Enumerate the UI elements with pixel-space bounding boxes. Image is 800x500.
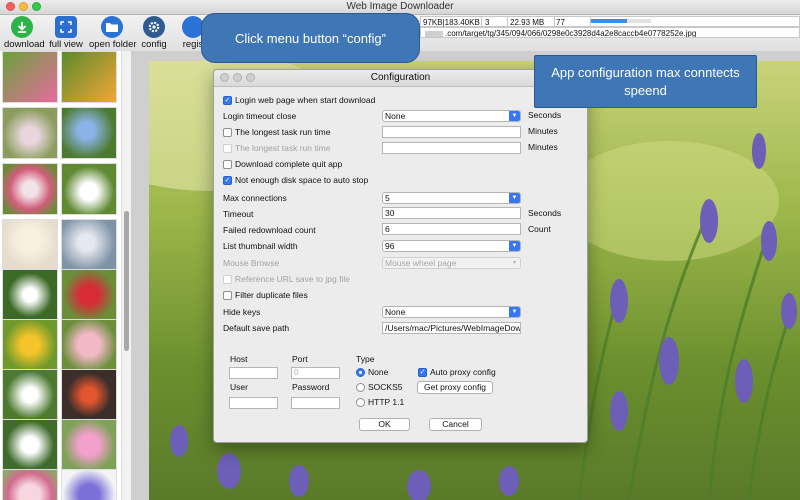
- status-total: 22.93 MB: [508, 17, 555, 27]
- config-callout-text: Click menu button “config”: [234, 31, 386, 46]
- progress-fill: [591, 19, 627, 23]
- save-path-label: Default save path: [223, 323, 290, 333]
- password-label: Password: [292, 382, 330, 392]
- download-button[interactable]: download: [4, 16, 45, 50]
- thumbnail[interactable]: [61, 369, 117, 421]
- thumbnail[interactable]: [61, 269, 117, 321]
- failed-count-input[interactable]: 6: [382, 223, 521, 235]
- login-web-checkbox[interactable]: ✓ Login web page when start download: [223, 95, 375, 105]
- disk-space-checkbox[interactable]: ✓ Not enough disk space to auto stop: [223, 175, 368, 185]
- failed-count-label: Failed redownload count: [223, 225, 316, 235]
- chevron-down-icon: ▾: [512, 260, 516, 266]
- proxy-none-radio[interactable]: None: [356, 367, 388, 377]
- thumbnail[interactable]: [61, 469, 117, 500]
- thumbnail[interactable]: [61, 107, 117, 159]
- url-field[interactable]: .com/target/tg/345/094/066/0298e0c3928d4…: [420, 27, 800, 38]
- thumbnail[interactable]: [2, 269, 58, 321]
- max-connections-label: Max connections: [223, 193, 287, 203]
- checkmark-icon: ✓: [418, 367, 427, 377]
- thumbnail[interactable]: [2, 319, 58, 371]
- config-callout: Click menu button “config”: [201, 13, 420, 63]
- chevron-down-icon: ▼: [509, 111, 520, 121]
- longest-task-input[interactable]: [382, 126, 521, 138]
- thumbnail-scrollbar[interactable]: [121, 51, 131, 500]
- full-view-button[interactable]: full view: [49, 16, 83, 50]
- thumbnail[interactable]: [2, 163, 58, 215]
- get-proxy-config-button[interactable]: Get proxy config: [417, 381, 493, 394]
- config-button[interactable]: config: [139, 16, 169, 50]
- thumb-width-label: List thumbnail width: [223, 241, 298, 251]
- proxy-http-radio[interactable]: HTTP 1.1: [356, 397, 404, 407]
- gear-icon: [143, 16, 165, 38]
- dialog-title: Configuration: [370, 72, 431, 83]
- thumbnail[interactable]: [2, 107, 58, 159]
- host-input[interactable]: [229, 367, 278, 379]
- chevron-down-icon: ▼: [509, 241, 520, 251]
- hide-keys-select[interactable]: None ▼: [382, 306, 521, 318]
- thumb-width-select[interactable]: 96 ▼: [382, 240, 521, 252]
- thumbnail[interactable]: [2, 469, 58, 500]
- thumbnail-list[interactable]: [0, 51, 131, 500]
- auto-proxy-checkbox[interactable]: ✓ Auto proxy config: [418, 367, 496, 377]
- thumbnail[interactable]: [61, 51, 117, 103]
- folder-icon: [101, 16, 123, 38]
- download-icon: [11, 16, 33, 38]
- timeout-input[interactable]: 30: [382, 207, 521, 219]
- thumbnail[interactable]: [2, 219, 58, 271]
- mouse-browse-label: Mouse Browse: [223, 258, 280, 268]
- failed-count-unit: Count: [528, 224, 551, 234]
- longest-task-disabled-unit: Minutes: [528, 142, 558, 152]
- proxy-socks5-radio[interactable]: SOCKS5: [356, 382, 403, 392]
- ok-button[interactable]: OK: [359, 418, 410, 431]
- login-timeout-select[interactable]: None ▼: [382, 110, 521, 122]
- open-folder-button[interactable]: open folder: [89, 16, 137, 50]
- port-label: Port: [292, 354, 308, 364]
- download-progress: [591, 19, 651, 23]
- type-label: Type: [356, 354, 375, 364]
- thumbnail[interactable]: [61, 419, 117, 471]
- max-connections-callout: App configuration max conntects speend: [534, 55, 757, 108]
- timeout-unit: Seconds: [528, 208, 562, 218]
- thumbnail[interactable]: [2, 51, 58, 103]
- scrollbar-knob[interactable]: [124, 211, 129, 351]
- thumbnail[interactable]: [61, 319, 117, 371]
- max-connections-select[interactable]: 5 ▼: [382, 192, 521, 204]
- hide-keys-label: Hide keys: [223, 307, 261, 317]
- max-connections-callout-text: App configuration max conntects speend: [551, 65, 740, 98]
- reference-url-checkbox: Reference URL save to jpg file: [223, 274, 350, 284]
- longest-task-checkbox[interactable]: The longest task run time: [223, 127, 330, 137]
- window-title: Web Image Downloader: [346, 1, 454, 12]
- thumbnail[interactable]: [61, 219, 117, 271]
- fullscreen-icon: [55, 16, 77, 38]
- checkmark-icon: ✓: [223, 175, 232, 185]
- longest-task-disabled-checkbox: The longest task run time: [223, 143, 330, 153]
- chevron-down-icon: ▼: [509, 193, 520, 203]
- port-input[interactable]: 0: [291, 367, 340, 379]
- longest-task-disabled-input[interactable]: [382, 142, 521, 154]
- longest-task-unit: Minutes: [528, 126, 558, 136]
- thumbnail[interactable]: [2, 419, 58, 471]
- status-num: 77: [554, 17, 591, 27]
- status-count: 3: [483, 17, 508, 27]
- timeout-label: Timeout: [223, 209, 254, 219]
- save-path-input[interactable]: /Users/mac/Pictures/WebImageDow: [382, 322, 521, 334]
- mouse-browse-select[interactable]: Mouse wheel page ▾: [382, 257, 521, 269]
- password-input[interactable]: [291, 397, 340, 409]
- thumbnail[interactable]: [61, 163, 117, 215]
- login-timeout-unit: Seconds: [528, 110, 562, 120]
- user-label: User: [230, 382, 248, 392]
- download-quit-checkbox[interactable]: Download complete quit app: [223, 159, 342, 169]
- filter-duplicate-checkbox[interactable]: Filter duplicate files: [223, 290, 308, 300]
- status-size: 97KB|183.40KB: [421, 17, 482, 27]
- login-timeout-label: Login timeout close: [223, 111, 297, 121]
- cancel-button[interactable]: Cancel: [429, 418, 482, 431]
- checkmark-icon: ✓: [223, 95, 232, 105]
- dialog-titlebar: Configuration: [214, 70, 587, 87]
- chevron-down-icon: ▼: [509, 307, 520, 317]
- user-input[interactable]: [229, 397, 278, 409]
- thumbnail[interactable]: [2, 369, 58, 421]
- host-label: Host: [230, 354, 248, 364]
- configuration-dialog: Configuration ✓ Login web page when start…: [213, 69, 588, 443]
